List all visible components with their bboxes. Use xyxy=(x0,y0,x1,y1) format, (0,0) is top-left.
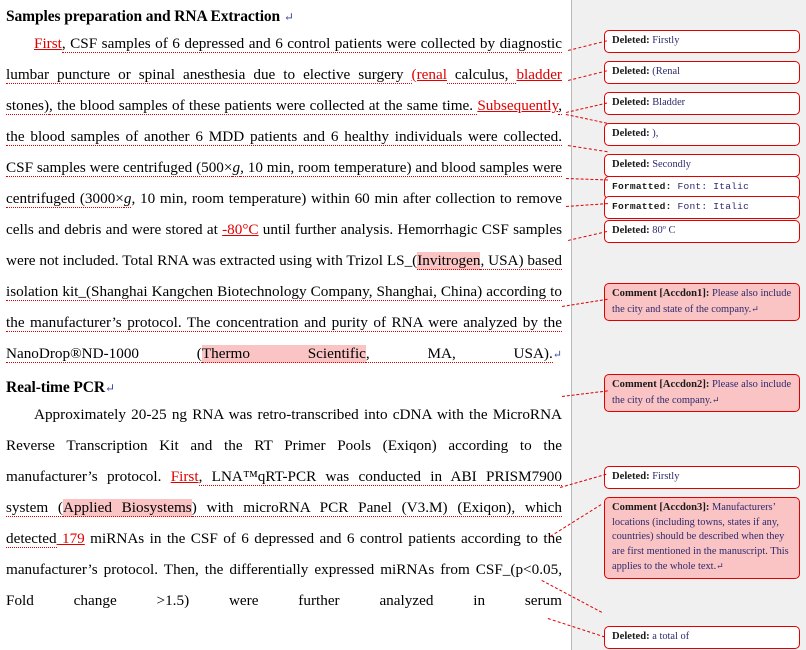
balloon-label: Deleted: xyxy=(612,159,650,170)
leader-line xyxy=(568,231,607,241)
balloon-text: Bladder xyxy=(650,97,686,108)
balloon-label: Deleted: xyxy=(612,97,650,108)
balloon-deleted-secondly[interactable]: Deleted: Secondly xyxy=(604,154,800,177)
heading-text: Samples preparation and RNA Extraction xyxy=(6,8,280,25)
inserted-text-first-2: First xyxy=(171,468,199,485)
balloon-comment-accdon3[interactable]: Comment [Accdon3]: Manufacturers’ locati… xyxy=(604,497,800,579)
leader-line xyxy=(568,70,607,81)
balloon-formatted-italic-2[interactable]: Formatted: Font: Italic xyxy=(604,196,800,219)
balloon-deleted-paren[interactable]: Deleted: ), xyxy=(604,123,800,146)
balloon-deleted-bladder[interactable]: Deleted: Bladder xyxy=(604,92,800,115)
balloon-comment-accdon1[interactable]: Comment [Accdon1]: Please also include t… xyxy=(604,283,800,321)
italic-g-1: g xyxy=(232,159,240,177)
balloon-label: Deleted: xyxy=(612,631,650,642)
balloon-text: ), xyxy=(650,128,659,139)
markup-balloon-pane: Deleted: Firstly Deleted: (Renal Deleted… xyxy=(572,0,806,650)
leader-line xyxy=(568,145,608,152)
balloon-deleted-firstly-2[interactable]: Deleted: Firstly xyxy=(604,466,800,489)
inserted-text-subsequently: Subsequently xyxy=(477,97,558,114)
pilcrow-icon-3: ↵ xyxy=(105,381,115,395)
leader-line xyxy=(566,178,608,180)
leader-line xyxy=(566,203,608,207)
commented-text-applied-biosystems[interactable]: Applied Biosystems xyxy=(63,499,192,517)
balloon-text: 80º C xyxy=(650,225,676,236)
balloon-label: Deleted: xyxy=(612,66,650,77)
balloon-text: (Renal xyxy=(650,66,680,77)
balloon-label: Deleted: xyxy=(612,471,650,482)
balloon-deleted-a-total-of[interactable]: Deleted: a total of xyxy=(604,626,800,649)
balloon-text: Firstly xyxy=(650,471,680,482)
pilcrow-icon-2: ↵ xyxy=(553,349,562,361)
balloon-text: Firstly xyxy=(650,35,680,46)
section-heading-samples-preparation: Samples preparation and RNA Extraction ↵ xyxy=(6,0,562,28)
inserted-text-renal: (renal xyxy=(412,66,447,83)
paragraph1-run-3: stones) xyxy=(6,97,49,115)
inserted-text-first-1: First xyxy=(34,35,62,52)
paragraph1-run-10: , MA, USA). xyxy=(366,345,553,363)
balloon-label: Formatted: xyxy=(612,181,672,192)
paragraph-real-time-pcr: Approximately 20-25 ng RNA was retro-tra… xyxy=(6,399,562,616)
balloon-deleted-80c[interactable]: Deleted: 80º C xyxy=(604,220,800,243)
inserted-text-bladder: bladder xyxy=(516,66,562,83)
section-heading-real-time-pcr: Real-time PCR↵ xyxy=(6,371,562,399)
leader-line xyxy=(566,103,607,113)
inserted-text-minus-80c: -80°C xyxy=(222,221,258,238)
balloon-text: a total of xyxy=(650,631,690,642)
balloon-deleted-renal[interactable]: Deleted: (Renal xyxy=(604,61,800,84)
paragraph1-run-4: , the blood samples of these patients we… xyxy=(49,97,477,115)
leader-line xyxy=(566,114,607,124)
balloon-label: Deleted: xyxy=(612,225,650,236)
balloon-label: Comment [Accdon1]: xyxy=(612,288,709,299)
heading2-text: Real-time PCR xyxy=(6,379,105,396)
pilcrow-icon: ↵ xyxy=(284,10,294,24)
commented-text-invitrogen[interactable]: Invitrogen xyxy=(417,252,480,270)
balloon-deleted-firstly-1[interactable]: Deleted: Firstly xyxy=(604,30,800,53)
balloon-label: Deleted: xyxy=(612,128,650,139)
balloon-label: Comment [Accdon3]: xyxy=(612,502,709,513)
document-page: Samples preparation and RNA Extraction ↵… xyxy=(0,0,572,650)
pilcrow-icon-c3: ↵ xyxy=(716,561,724,571)
balloon-label: Comment [Accdon2]: xyxy=(612,379,709,390)
paragraph1-run-2: calculus, xyxy=(447,66,517,84)
balloon-text: Secondly xyxy=(650,159,691,170)
pilcrow-icon-c2: ↵ xyxy=(712,395,720,405)
paragraph2-run-4: miRNAs in the CSF of 6 depressed and 6 c… xyxy=(6,530,562,609)
balloon-comment-accdon2[interactable]: Comment [Accdon2]: Please also include t… xyxy=(604,374,800,412)
balloon-text: Font: Italic xyxy=(672,201,749,212)
balloon-text: Font: Italic xyxy=(672,181,749,192)
balloon-label: Formatted: xyxy=(612,201,672,212)
paragraph-samples-preparation: First, CSF samples of 6 depressed and 6 … xyxy=(6,28,562,371)
inserted-text-179: 179 xyxy=(57,530,85,547)
leader-line xyxy=(568,40,607,51)
pilcrow-icon-c1: ↵ xyxy=(751,304,759,314)
commented-text-thermo-scientific[interactable]: Thermo Scientific xyxy=(202,345,366,363)
balloon-label: Deleted: xyxy=(612,35,650,46)
document-markup-view: Samples preparation and RNA Extraction ↵… xyxy=(0,0,806,650)
